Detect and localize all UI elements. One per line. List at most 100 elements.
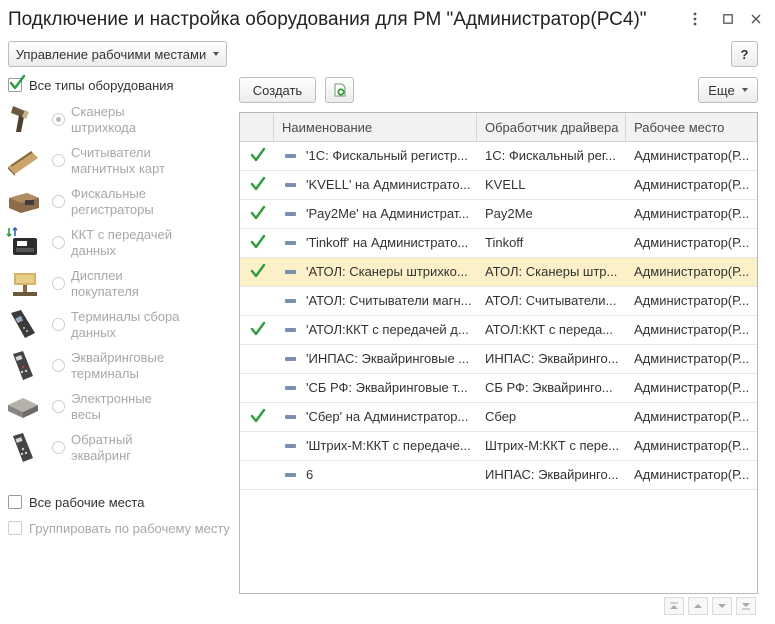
table-row[interactable]: 6 ИНПАС: Эквайринго... Администратор(Р... — [240, 461, 757, 490]
equipment-item-icon — [285, 241, 296, 245]
equipment-item-icon — [285, 183, 296, 187]
cell-name: 6 — [306, 467, 314, 482]
reverse-acquiring-icon — [5, 432, 41, 464]
scroll-first-button[interactable] — [664, 597, 684, 615]
table-header: Наименование Обработчик драйвера Рабочее… — [240, 113, 757, 142]
scroll-up-button[interactable] — [688, 597, 708, 615]
column-header-name[interactable]: Наименование — [274, 113, 477, 142]
cell-driver: АТОЛ: Сканеры штр... — [485, 264, 618, 279]
equipment-type-label: Терминалы сбора данных — [71, 309, 180, 340]
radio-kkt[interactable] — [52, 236, 65, 249]
group-by-workplace-checkbox[interactable] — [8, 521, 22, 535]
cell-driver: СБ РФ: Эквайринго... — [485, 380, 613, 395]
cell-workplace: Администратор(Р... — [634, 467, 750, 482]
equipment-table[interactable]: Наименование Обработчик драйвера Рабочее… — [239, 112, 758, 594]
equipment-type-label: Сканеры штрихкода — [71, 104, 136, 135]
table-row[interactable]: 'АТОЛ:ККТ с передачей д... АТОЛ:ККТ с пер… — [240, 316, 757, 345]
scales-icon — [5, 391, 41, 423]
table-row[interactable]: 'Штрих-М:ККТ с передаче... Штрих-М:ККТ с … — [240, 432, 757, 461]
all-workplaces-checkbox[interactable] — [8, 495, 22, 509]
cell-name: 'АТОЛ: Сканеры штрихко... — [306, 264, 468, 279]
help-button[interactable]: ? — [731, 41, 758, 67]
cell-driver: Pay2Me — [485, 206, 533, 221]
table-row[interactable]: '1С: Фискальный регистр... 1С: Фискальный… — [240, 142, 757, 171]
radio-data-terminals[interactable] — [52, 318, 65, 331]
more-menu-label: Еще — [708, 82, 735, 98]
chevron-down-icon — [741, 88, 748, 92]
cell-name: 'АТОЛ:ККТ с передачей д... — [306, 322, 469, 337]
table-row[interactable]: 'Сбер' на Администратор... Сбер Администра… — [240, 403, 757, 432]
equipment-type-label: Дисплеи покупателя — [71, 268, 139, 299]
radio-scales[interactable] — [52, 400, 65, 413]
chevron-down-icon — [213, 52, 220, 56]
equipment-item-icon — [285, 386, 296, 390]
cell-name: 'Tinkoff' на Администрато... — [306, 235, 469, 250]
cell-workplace: Администратор(Р... — [634, 351, 750, 366]
fiscal-printer-icon — [5, 186, 41, 218]
equipment-item-icon — [285, 473, 296, 477]
create-button[interactable]: Создать — [239, 77, 316, 103]
equipment-item-icon — [285, 328, 296, 332]
radio-reverse-acquiring[interactable] — [52, 441, 65, 454]
enabled-check-icon — [250, 147, 266, 162]
cell-driver: ИНПАС: Эквайринго... — [485, 351, 619, 366]
equipment-item-icon — [285, 444, 296, 448]
group-by-workplace-label: Группировать по рабочему месту — [29, 521, 230, 536]
close-icon[interactable] — [745, 9, 767, 29]
table-row[interactable]: 'KVELL' на Администрато... KVELL Администр… — [240, 171, 757, 200]
radio-fiscal-printers[interactable] — [52, 195, 65, 208]
all-types-label: Все типы оборудования — [29, 78, 174, 93]
arrow-down-icon — [718, 604, 726, 608]
maximize-icon[interactable] — [717, 9, 739, 29]
checkmark-icon — [9, 74, 26, 90]
radio-acquiring-terminals[interactable] — [52, 359, 65, 372]
window-title: Подключение и настройка оборудования для… — [8, 9, 647, 30]
cell-name: 'Сбер' на Администратор... — [306, 409, 469, 424]
last-icon — [742, 603, 750, 610]
scroll-down-button[interactable] — [712, 597, 732, 615]
cell-driver: АТОЛ:ККТ с переда... — [485, 322, 614, 337]
copy-button[interactable] — [325, 77, 354, 103]
workplaces-menu-button[interactable]: Управление рабочими местами — [8, 41, 227, 67]
table-row[interactable]: 'СБ РФ: Эквайринговые т... СБ РФ: Эквайри… — [240, 374, 757, 403]
equipment-item-icon — [285, 357, 296, 361]
equipment-item-icon — [285, 154, 296, 158]
scroll-last-button[interactable] — [736, 597, 756, 615]
radio-customer-displays[interactable] — [52, 277, 65, 290]
equipment-item-icon — [285, 212, 296, 216]
equipment-type-label: Электронные весы — [71, 391, 152, 422]
equipment-item-icon — [285, 270, 296, 274]
column-header-check[interactable] — [240, 113, 274, 142]
copy-icon — [334, 83, 345, 97]
all-types-checkbox[interactable] — [8, 74, 26, 92]
column-header-driver[interactable]: Обработчик драйвера — [477, 113, 626, 142]
arrow-up-icon — [694, 604, 702, 608]
radio-barcode-scanners[interactable] — [52, 113, 65, 126]
cell-name: '1С: Фискальный регистр... — [306, 148, 468, 163]
table-row[interactable]: 'Pay2Me' на Администрат... Pay2Me Админист… — [240, 200, 757, 229]
cell-workplace: Администратор(Р... — [634, 264, 750, 279]
cell-driver: Сбер — [485, 409, 517, 424]
column-header-workplace[interactable]: Рабочее место — [626, 113, 757, 142]
all-workplaces-label: Все рабочие места — [29, 495, 145, 510]
cell-driver: ИНПАС: Эквайринго... — [485, 467, 619, 482]
equipment-type-label: Эквайринговые терминалы — [71, 350, 165, 381]
cell-workplace: Администратор(Р... — [634, 148, 750, 163]
workplaces-menu-label: Управление рабочими местами — [15, 46, 207, 62]
enabled-check-icon — [250, 205, 266, 220]
equipment-type-label: ККТ с передачей данных — [71, 227, 173, 258]
table-row[interactable]: 'Tinkoff' на Администрато... Tinkoff Админ… — [240, 229, 757, 258]
cell-name: 'Pay2Me' на Администрат... — [306, 206, 470, 221]
cell-workplace: Администратор(Р... — [634, 206, 750, 221]
card-reader-icon — [5, 145, 41, 177]
table-row[interactable]: 'АТОЛ: Считыватели магн... АТОЛ: Считыват… — [240, 287, 757, 316]
equipment-type-label: Фискальные регистраторы — [71, 186, 154, 217]
more-menu-button[interactable]: Еще — [698, 77, 758, 103]
more-vertical-icon[interactable] — [684, 9, 706, 29]
radio-card-readers[interactable] — [52, 154, 65, 167]
cell-name: 'KVELL' на Администрато... — [306, 177, 471, 192]
table-row[interactable]: 'ИНПАС: Эквайринговые ... ИНПАС: Эквайрин… — [240, 345, 757, 374]
equipment-item-icon — [285, 415, 296, 419]
cell-driver: 1С: Фискальный рег... — [485, 148, 616, 163]
table-row[interactable]: 'АТОЛ: Сканеры штрихко... АТОЛ: Сканеры ш… — [240, 258, 757, 287]
